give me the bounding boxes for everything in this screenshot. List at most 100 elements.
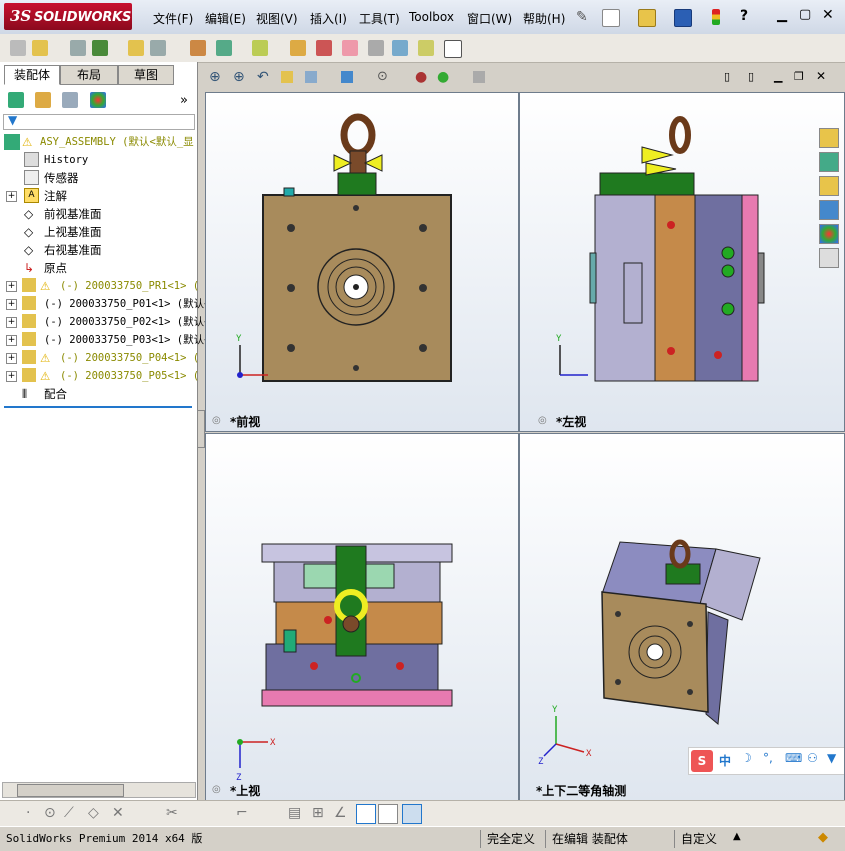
new-motion-study-icon[interactable]	[290, 40, 306, 56]
tab-sketch[interactable]: 草图	[118, 65, 174, 85]
edit-appearance-icon[interactable]: ●	[437, 69, 449, 85]
menu-edit[interactable]: 编辑(E)	[205, 10, 246, 27]
two-view-icon[interactable]: ▯	[748, 70, 754, 83]
ime-language[interactable]: 中	[719, 752, 731, 769]
scrollbar-thumb[interactable]	[17, 784, 124, 797]
pin-icon[interactable]: ✎	[576, 9, 592, 25]
menu-tools[interactable]: 工具(T)	[359, 10, 400, 27]
interference-detection-icon[interactable]	[392, 40, 408, 56]
polygon-icon[interactable]: ◇	[88, 805, 99, 821]
line-icon[interactable]: ⟋	[64, 805, 74, 821]
menu-view[interactable]: 视图(V)	[256, 10, 298, 27]
view-quad-icon[interactable]	[402, 804, 422, 824]
menu-toolbox[interactable]: Toolbox	[409, 10, 454, 24]
view-2d-icon[interactable]	[378, 804, 398, 824]
single-view-icon[interactable]: ▯	[724, 70, 730, 83]
design-library-icon[interactable]	[819, 152, 839, 172]
skin-icon[interactable]: ▼	[827, 751, 836, 765]
viewport-top[interactable]: X Z ◎ *上视	[205, 433, 519, 802]
help-question-icon[interactable]: ?	[740, 8, 748, 24]
explode-line-sketch-icon[interactable]	[368, 40, 384, 56]
expand-icon[interactable]: +	[6, 191, 17, 202]
viewport-close-icon[interactable]: ✕	[816, 69, 826, 83]
insert-components-icon[interactable]	[10, 40, 26, 56]
new-part-icon[interactable]	[32, 40, 48, 56]
smart-fasteners-icon[interactable]	[128, 40, 144, 56]
viewport-isometric[interactable]: Y X Z *上下二等角轴测 S 中 ☽ °, ⌨ ⚇ ▼	[519, 433, 845, 802]
solidworks-logo[interactable]: 3S SOLIDWORKS	[4, 3, 132, 30]
home-icon[interactable]	[819, 128, 839, 148]
tree-horizontal-scrollbar[interactable]	[2, 782, 196, 798]
grid-icon[interactable]: ▤	[288, 805, 301, 821]
menu-help[interactable]: 帮助(H)	[523, 10, 565, 27]
viewport-minimize-icon[interactable]: ▁	[774, 70, 782, 83]
point-icon[interactable]: ·	[26, 805, 30, 821]
trim-icon[interactable]: ✂	[166, 805, 178, 821]
expand-panel-icon[interactable]: »	[180, 93, 188, 108]
previous-view-icon[interactable]: ↶	[257, 69, 269, 85]
rollback-bar[interactable]	[4, 406, 192, 408]
tag-icon[interactable]: ◆	[818, 830, 828, 845]
expand-icon[interactable]: +	[6, 317, 17, 328]
menu-insert[interactable]: 插入(I)	[310, 10, 347, 27]
hide-show-items-icon[interactable]: ●	[415, 69, 427, 85]
status-custom[interactable]: 自定义	[674, 830, 717, 848]
expand-icon[interactable]: +	[6, 353, 17, 364]
viewport-left[interactable]: Y ◎ *左视	[519, 92, 845, 432]
panel-splitter-handle[interactable]	[197, 410, 205, 448]
expand-icon[interactable]: +	[6, 281, 17, 292]
expand-icon[interactable]: +	[6, 371, 17, 382]
reference-geometry-icon[interactable]	[252, 40, 268, 56]
menu-window[interactable]: 窗口(W)	[467, 10, 512, 27]
show-hidden-icon[interactable]	[190, 40, 206, 56]
rebuild-traffic-light-icon[interactable]	[712, 9, 720, 25]
expand-icon[interactable]: +	[6, 335, 17, 346]
viewport-front[interactable]: Y ◎ *前视	[205, 92, 519, 432]
expand-icon[interactable]: +	[6, 299, 17, 310]
angle-icon[interactable]: ∠	[334, 805, 347, 821]
dynamic-annotation-icon[interactable]	[305, 71, 317, 83]
open-folder-icon[interactable]	[638, 9, 656, 27]
tab-layout[interactable]: 布局	[60, 65, 118, 85]
ime-toolbar[interactable]: S 中 ☽ °, ⌨ ⚇ ▼	[688, 747, 844, 775]
user-icon[interactable]: ⚇	[807, 751, 818, 765]
cross-icon[interactable]: ✕	[112, 805, 124, 821]
grid2-icon[interactable]: ⊞	[312, 805, 324, 821]
keyboard-icon[interactable]: ⌨	[785, 751, 802, 765]
assembly-features-icon[interactable]	[216, 40, 232, 56]
new-document-icon[interactable]	[602, 9, 620, 27]
configuration-manager-icon[interactable]	[62, 92, 78, 108]
bill-of-materials-icon[interactable]	[316, 40, 332, 56]
tab-assembly[interactable]: 装配体	[4, 65, 60, 85]
section-view-icon[interactable]	[281, 71, 293, 83]
display-manager-icon[interactable]	[90, 92, 106, 108]
property-manager-icon[interactable]	[35, 92, 51, 108]
feature-manager-icon[interactable]	[8, 92, 24, 108]
clearance-verification-icon[interactable]	[418, 40, 434, 56]
file-explorer-icon[interactable]	[819, 176, 839, 196]
hole-alignment-icon[interactable]	[444, 40, 462, 58]
view-palette-icon[interactable]	[819, 200, 839, 220]
viewport-restore-icon[interactable]: ❐	[794, 70, 804, 83]
circle-icon[interactable]: ⊙	[44, 805, 56, 821]
zoom-to-fit-icon[interactable]: ⊕	[209, 69, 221, 85]
appearances-icon[interactable]	[819, 224, 839, 244]
sogou-ime-icon[interactable]: S	[691, 750, 713, 772]
view-orientation-icon[interactable]	[341, 71, 353, 83]
half-width-icon[interactable]: ☽	[741, 751, 752, 765]
zoom-to-area-icon[interactable]: ⊕	[233, 69, 245, 85]
linear-pattern-icon[interactable]	[92, 40, 108, 56]
close-icon[interactable]: ✕	[822, 7, 834, 23]
view-3d-icon[interactable]	[356, 804, 376, 824]
save-icon[interactable]	[674, 9, 692, 27]
move-component-icon[interactable]	[150, 40, 166, 56]
custom-properties-icon[interactable]	[819, 248, 839, 268]
units-dropdown-icon[interactable]: ▲	[733, 831, 741, 842]
restore-icon[interactable]: ▢	[799, 7, 811, 22]
display-style-icon[interactable]: ⊙	[377, 69, 388, 84]
filter-box[interactable]: ▼	[3, 113, 195, 130]
exploded-view-icon[interactable]	[342, 40, 358, 56]
corner-icon[interactable]: ⌐	[236, 805, 248, 821]
menu-file[interactable]: 文件(F)	[153, 10, 193, 27]
punctuation-icon[interactable]: °,	[763, 751, 773, 765]
